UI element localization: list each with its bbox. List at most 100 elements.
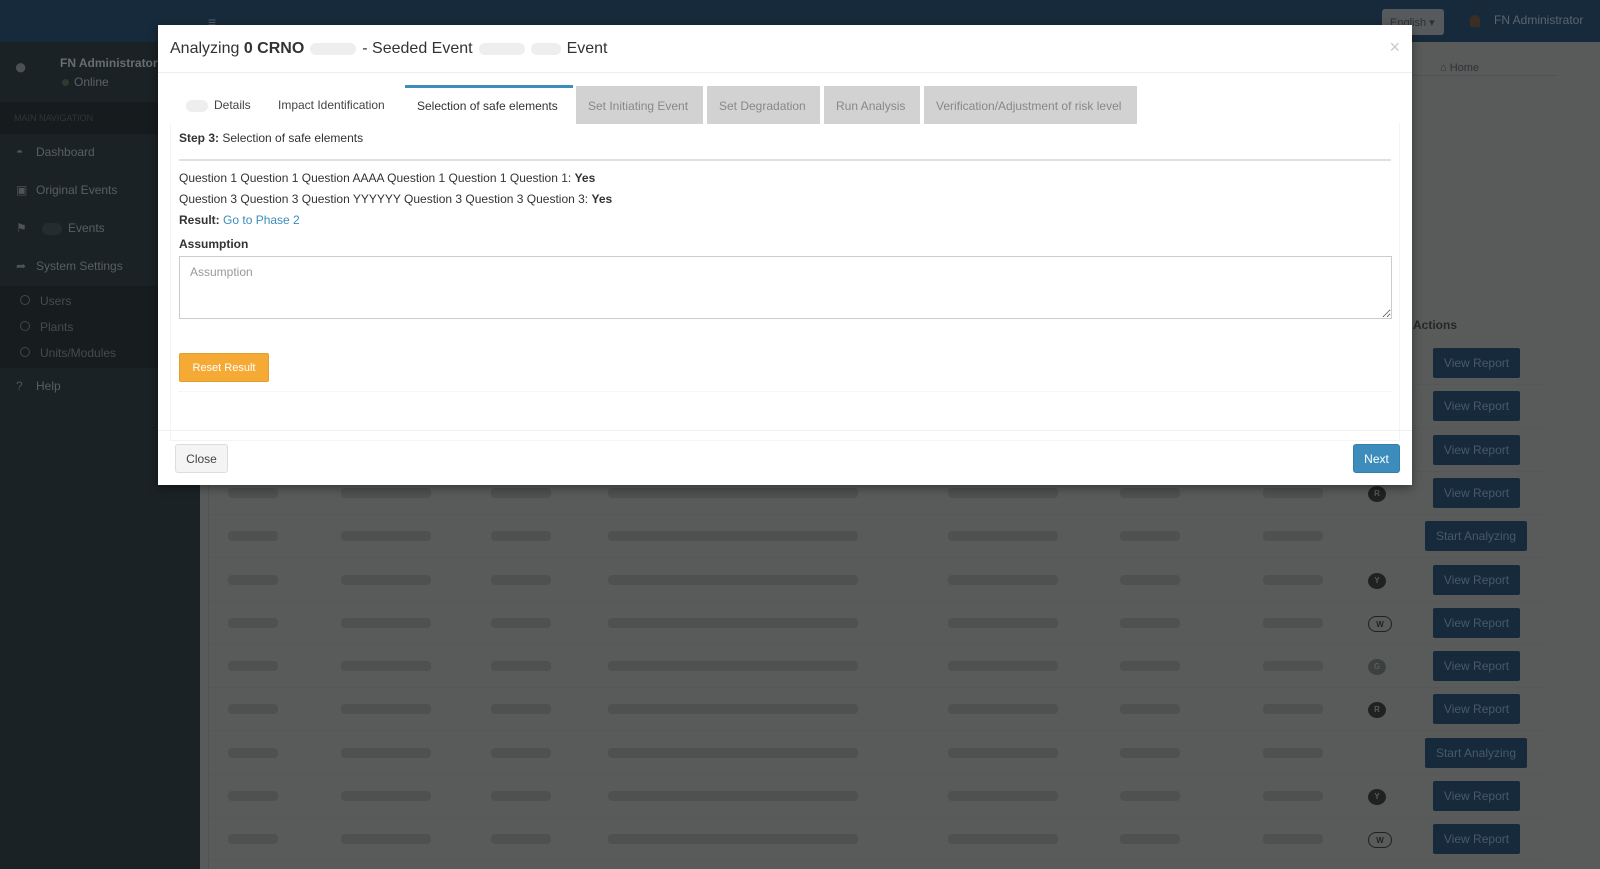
start-analyzing-button[interactable]: Start Analyzing [1425,737,1527,768]
tab-details[interactable]: Details [174,85,263,123]
view-report-button[interactable]: View Report [1433,694,1520,725]
breadcrumb[interactable]: ⌂ Home [1440,62,1479,74]
tab-verification-adjustment[interactable]: Verification/Adjustment of risk level [924,86,1137,124]
redacted-cell [1263,531,1323,542]
redacted-cell [948,574,1058,585]
table-row [208,645,1548,689]
redacted-cell [1263,791,1323,801]
result-line: Result: Go to Phase 2 [179,213,300,227]
redacted-cell [341,704,431,715]
redacted-cell [608,791,858,801]
question-answer: Yes [591,192,613,206]
redacted-cell [491,791,551,801]
table-row [208,602,1548,645]
assumption-label: Assumption [179,237,249,251]
tab-set-initiating-event[interactable]: Set Initiating Event [576,86,703,124]
question-1: Question 1 Question 1 Question AAAA Ques… [179,171,595,185]
tab-label: Details [214,98,251,112]
tab-content: Step 3: Selection of safe elements Quest… [170,123,1400,441]
view-report-button[interactable]: View Report [1433,607,1520,638]
view-report-button[interactable]: View Report [1433,564,1520,595]
redacted-cell [948,747,1058,758]
redacted-cell [341,617,431,628]
redacted-cell [948,791,1058,801]
view-report-button[interactable]: View Report [1433,781,1520,811]
redacted-cell [228,531,278,542]
tab-impact-identification[interactable]: Impact Identification [266,85,397,123]
reset-result-button[interactable]: Reset Result [179,353,269,382]
analysis-modal: Analyzing 0 CRNO - Seeded Event Event × De… [158,25,1412,485]
risk-badge: W [1368,615,1392,632]
redacted-cell [228,661,278,672]
redacted-cell [608,834,858,845]
redacted-cell [1120,574,1180,585]
modal-title: Analyzing 0 CRNO - Seeded Event Event [170,40,608,58]
view-report-button[interactable]: View Report [1433,391,1520,422]
inbox-icon: ▣ [16,183,28,197]
redacted-cell [1263,661,1323,672]
risk-badge: R [1368,485,1386,502]
redacted-cell [1120,704,1180,715]
question-text: Question 3 Question 3 Question YYYYYY Qu… [179,192,589,206]
help-icon: ? [16,379,23,393]
redacted-cell [341,574,431,585]
close-icon[interactable]: × [1389,37,1400,58]
go-to-phase-link[interactable]: Go to Phase 2 [223,213,300,227]
view-report-button[interactable]: View Report [1433,824,1520,855]
redacted-cell [948,617,1058,628]
redacted-cell [608,531,858,542]
view-report-button[interactable]: View Report [1433,651,1520,682]
user-menu[interactable]: FN Administrator [1470,13,1583,27]
dashboard-icon: ◓ [16,145,24,159]
redacted-cell [1120,487,1180,498]
redacted-cell [228,704,278,715]
user-name: FN Administrator [1494,13,1584,27]
redacted-cell [228,747,278,758]
redacted-cell [341,661,431,672]
risk-badge: Y [1368,572,1386,589]
redacted-cell [948,531,1058,542]
redacted-cell [1263,704,1323,715]
close-button[interactable]: Close [175,444,228,473]
redacted-cell [491,747,551,758]
redacted-cell [228,574,278,585]
view-report-button[interactable]: View Report [1433,477,1520,508]
sidebar-item-label: Original Events [36,183,118,197]
wizard-tabs: Details Impact Identification Selection … [170,85,1400,124]
view-report-button[interactable]: View Report [1433,348,1520,378]
avatar: ● [14,54,28,79]
redacted-cell [948,661,1058,672]
table-row [208,775,1548,818]
redacted-cell [491,617,551,628]
redacted-cell [1120,617,1180,628]
redacted-cell [608,747,858,758]
breadcrumb-home[interactable]: Home [1450,62,1479,74]
title-mid: - Seeded Event [362,40,473,57]
step-text: Selection of safe elements [222,131,364,145]
redacted-cell [948,704,1058,715]
assumption-textarea[interactable] [179,256,1392,319]
tab-run-analysis[interactable]: Run Analysis [824,86,920,124]
start-analyzing-button[interactable]: Start Analyzing [1425,521,1527,552]
tab-selection-of-safe-elements[interactable]: Selection of safe elements [405,85,573,123]
next-button[interactable]: Next [1353,444,1400,473]
table-row [208,559,1548,602]
step-label: Step 3: [179,131,220,145]
redacted-cell [608,617,858,628]
table-row [208,515,1548,559]
redacted-cell [341,791,431,801]
title-prefix: Analyzing [170,40,240,57]
divider [179,159,1391,161]
modal-footer: Close Next [158,430,1412,485]
title-suffix: Event [566,40,608,57]
redacted-cell [1263,487,1323,498]
question-answer: Yes [574,171,596,185]
tab-set-degradation[interactable]: Set Degradation [707,86,820,124]
redacted-cell [1120,747,1180,758]
redacted-cell [228,487,278,498]
redacted-text [310,42,357,55]
redacted-cell [948,834,1058,845]
redacted-cell [1263,574,1323,585]
redacted-cell [1120,834,1180,845]
view-report-button[interactable]: View Report [1433,434,1520,465]
